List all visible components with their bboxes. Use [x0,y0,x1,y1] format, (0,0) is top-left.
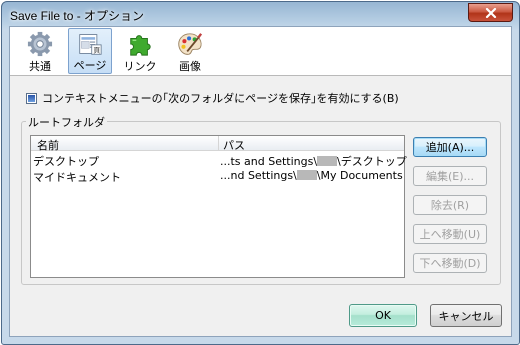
tab-page[interactable]: 頁 ページ [68,28,112,74]
folder-name: デスクトップ [33,155,99,168]
folder-name: マイドキュメント [33,171,121,184]
context-menu-checkbox-label: コンテキストメニューの｢次のフォルダにページを保存｣を有効にする(B) [42,92,399,105]
close-button[interactable] [468,3,513,22]
list-item[interactable]: デスクトップ ...ts and Settings\ \デスクトップ [31,152,407,168]
dialog-content: 共通 頁 ページ リンク 画像 コンテキストメニューの｢次のフォルダにページを保… [9,26,512,337]
list-item[interactable]: マイドキュメント ...nd Settings\ \My Documents [31,168,404,184]
close-icon [485,7,496,18]
folder-path: ...ts and Settings\ \デスクトップ [220,155,407,168]
remove-button[interactable]: 除去(R) [413,195,487,215]
cancel-button[interactable]: キャンセル [430,304,502,327]
root-folder-group-label: ルートフォルダ [26,114,107,130]
tab-image-label: 画像 [179,60,201,73]
add-button[interactable]: 追加(A)... [413,137,487,157]
context-menu-option[interactable]: コンテキストメニューの｢次のフォルダにページを保存｣を有効にする(B) [26,90,399,106]
palette-icon [178,33,203,55]
context-menu-checkbox[interactable] [26,92,37,104]
move-up-button[interactable]: 上へ移動(U) [413,224,487,244]
ok-button[interactable]: OK [349,304,417,327]
redacted-username [317,156,338,166]
column-header-path[interactable]: パス [223,137,245,153]
tab-image[interactable]: 画像 [168,28,212,74]
window-title: Save File to - オプション [10,9,145,23]
redacted-username [296,170,317,180]
puzzle-icon [130,35,151,56]
edit-button[interactable]: 編集(E)... [413,166,487,186]
column-header-name[interactable]: 名前 [37,137,59,153]
tab-link-label: リンク [123,60,157,73]
root-folder-list[interactable]: 名前 パス デスクトップ ...ts and Settings\ \デスクトップ … [30,135,407,278]
tab-common-label: 共通 [29,60,51,73]
title-bar[interactable]: Save File to - オプション [2,2,519,26]
move-down-button[interactable]: 下へ移動(D) [413,253,487,273]
tab-page-label: ページ [73,59,107,72]
tab-common[interactable]: 共通 [18,28,62,74]
options-dialog: Save File to - オプション 共通 頁 ページ リンク 画像 コンテ… [1,1,520,345]
folder-path: ...nd Settings\ \My Documents [220,169,403,182]
tab-link[interactable]: リンク [118,28,162,74]
gear-icon [27,31,53,57]
options-toolbar: 共通 頁 ページ リンク 画像 [10,27,511,76]
svg-text:頁: 頁 [93,47,100,55]
page-icon: 頁 [79,34,102,55]
list-header: 名前 パス [31,136,404,153]
